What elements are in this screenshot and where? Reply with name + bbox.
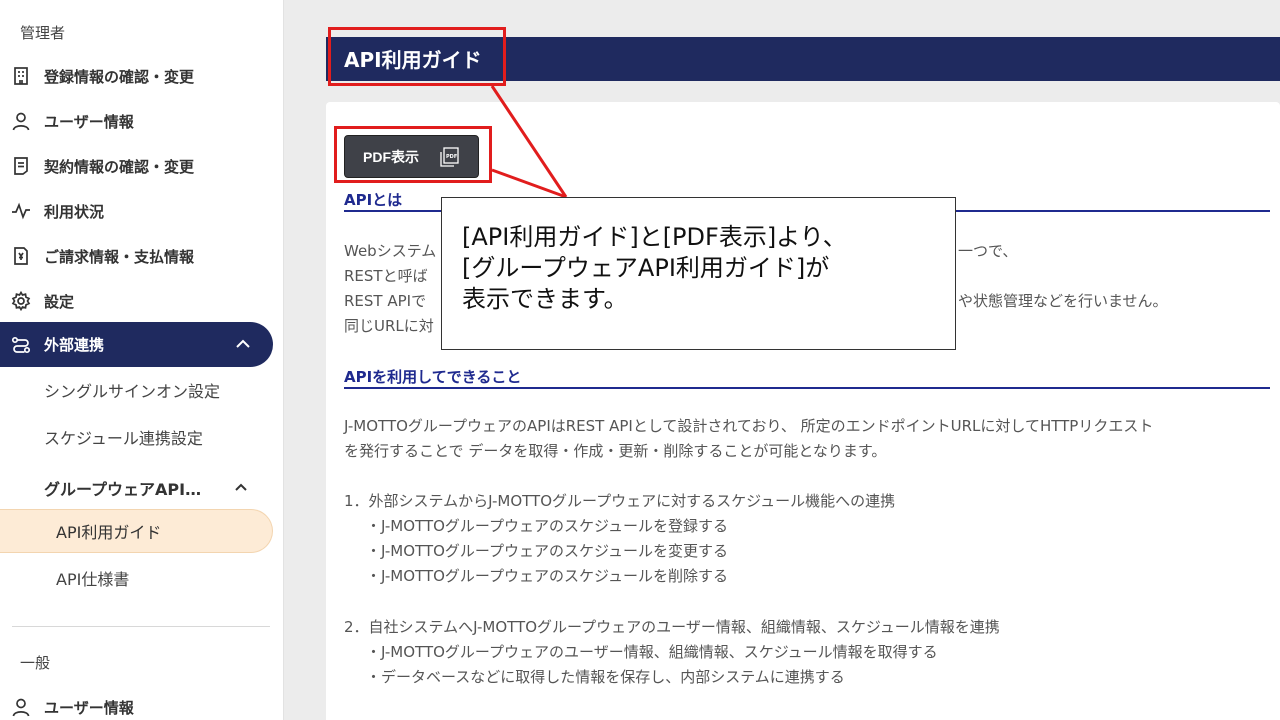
- user-icon: [10, 110, 32, 132]
- integration-icon: [10, 334, 32, 356]
- gear-icon: [10, 290, 32, 312]
- list-title: 1．外部システムからJ-MOTTOグループウェアに対するスケジュール機能への連携: [344, 492, 896, 510]
- sidebar-item-label: 外部連携: [44, 336, 105, 354]
- sidebar-divider: [12, 626, 270, 627]
- section-title-general: 一般: [20, 654, 51, 672]
- sidebar-item-settings[interactable]: 設定: [0, 281, 283, 321]
- list-item: ・J-MOTTOグループウェアのユーザー情報、組織情報、スケジュール情報を取得す…: [366, 643, 938, 661]
- sidebar-sub-item-sso[interactable]: シングルサインオン設定: [44, 378, 220, 402]
- sidebar-item-general-user-info[interactable]: ユーザー情報: [0, 687, 283, 720]
- callout-line: 表示できます。: [462, 285, 628, 313]
- body-text-line: を発行することで データを取得・作成・更新・削除することが可能となります。: [344, 442, 887, 460]
- section-heading-what-is-api: APIとは: [344, 191, 403, 209]
- sidebar-item-external-integration[interactable]: 外部連携: [0, 322, 273, 367]
- body-text-line: REST APIで: [344, 292, 427, 310]
- section-underline: [344, 387, 1270, 389]
- body-text-line: 同じURLに対: [344, 317, 434, 335]
- chevron-up-icon[interactable]: [232, 478, 250, 496]
- sidebar-item-label: API利用ガイド: [56, 523, 162, 542]
- sidebar-item-api-guide[interactable]: API利用ガイド: [0, 509, 273, 553]
- callout-line: [グループウェアAPI利用ガイド]が: [462, 254, 830, 282]
- sidebar-item-label: ユーザー情報: [44, 112, 134, 131]
- list-title: 2．自社システムへJ-MOTTOグループウェアのユーザー情報、組織情報、スケジュ…: [344, 618, 1000, 636]
- sidebar-sub-group-groupware-api[interactable]: グループウェアAPI…: [44, 476, 219, 500]
- chevron-up-icon[interactable]: [233, 334, 253, 354]
- sidebar-item-usage[interactable]: 利用状況: [0, 191, 283, 231]
- sidebar-item-registration[interactable]: 登録情報の確認・変更: [0, 56, 283, 96]
- annotation-callout: [API利用ガイド]と[PDF表示]より、 [グループウェアAPI利用ガイド]が…: [441, 197, 956, 350]
- body-text-line-right: や状態管理などを行いません。: [958, 292, 1168, 310]
- list-item: ・J-MOTTOグループウェアのスケジュールを削除する: [366, 567, 728, 585]
- invoice-icon: [10, 245, 32, 267]
- body-text-line: J-MOTTOグループウェアのAPIはREST APIとして設計されており、 所…: [344, 417, 1154, 435]
- building-icon: [10, 65, 32, 87]
- sidebar-item-api-spec[interactable]: API仕様書: [56, 566, 129, 590]
- annotation-highlight-pdf-button: [334, 126, 492, 183]
- body-text-line: Webシステム: [344, 242, 437, 260]
- sidebar-sub-item-schedule-sync[interactable]: スケジュール連携設定: [44, 425, 203, 449]
- sidebar-item-label: 契約情報の確認・変更: [44, 157, 195, 176]
- sidebar: 管理者 登録情報の確認・変更 ユーザー情報 契約情報の確認・変更 利用状況 ご請…: [0, 0, 284, 720]
- sidebar-item-user-info[interactable]: ユーザー情報: [0, 101, 283, 141]
- sidebar-item-billing[interactable]: ご請求情報・支払情報: [0, 236, 283, 276]
- sidebar-item-label: 設定: [44, 292, 75, 311]
- user-icon: [10, 696, 32, 718]
- list-item: ・J-MOTTOグループウェアのスケジュールを変更する: [366, 542, 728, 560]
- body-text-line: RESTと呼ば: [344, 267, 428, 285]
- sidebar-item-label: 利用状況: [44, 202, 105, 221]
- document-icon: [10, 155, 32, 177]
- activity-icon: [10, 200, 32, 222]
- list-item: ・J-MOTTOグループウェアのスケジュールを登録する: [366, 517, 728, 535]
- list-item: ・データベースなどに取得した情報を保存し、内部システムに連携する: [366, 668, 845, 686]
- annotation-highlight-title: [328, 27, 506, 86]
- body-text-line-right: 一つで、: [958, 242, 1018, 260]
- sidebar-item-label: ユーザー情報: [44, 698, 134, 717]
- sidebar-item-contract[interactable]: 契約情報の確認・変更: [0, 146, 283, 186]
- sidebar-item-label: 登録情報の確認・変更: [44, 67, 195, 86]
- callout-line: [API利用ガイド]と[PDF表示]より、: [462, 223, 847, 251]
- section-heading-what-you-can-do: APIを利用してできること: [344, 368, 522, 386]
- section-title-admin: 管理者: [20, 24, 66, 42]
- sidebar-item-label: ご請求情報・支払情報: [44, 247, 195, 266]
